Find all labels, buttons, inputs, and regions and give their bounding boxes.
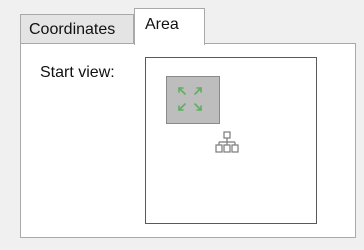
start-view-label: Start view:	[40, 64, 115, 81]
zoom-area-selector[interactable]	[166, 76, 220, 124]
area-settings-window: Coordinates Area Start view:	[0, 0, 364, 250]
network-nodes-icon[interactable]	[214, 130, 240, 156]
area-tab-panel: Start view:	[20, 43, 356, 238]
expand-arrows-icon	[178, 87, 202, 111]
tab-coordinates[interactable]: Coordinates	[20, 14, 134, 44]
tab-coordinates-label: Coordinates	[29, 21, 116, 38]
tab-area[interactable]: Area	[134, 8, 205, 45]
start-view-preview[interactable]	[145, 57, 317, 224]
tab-area-label: Area	[145, 16, 179, 33]
